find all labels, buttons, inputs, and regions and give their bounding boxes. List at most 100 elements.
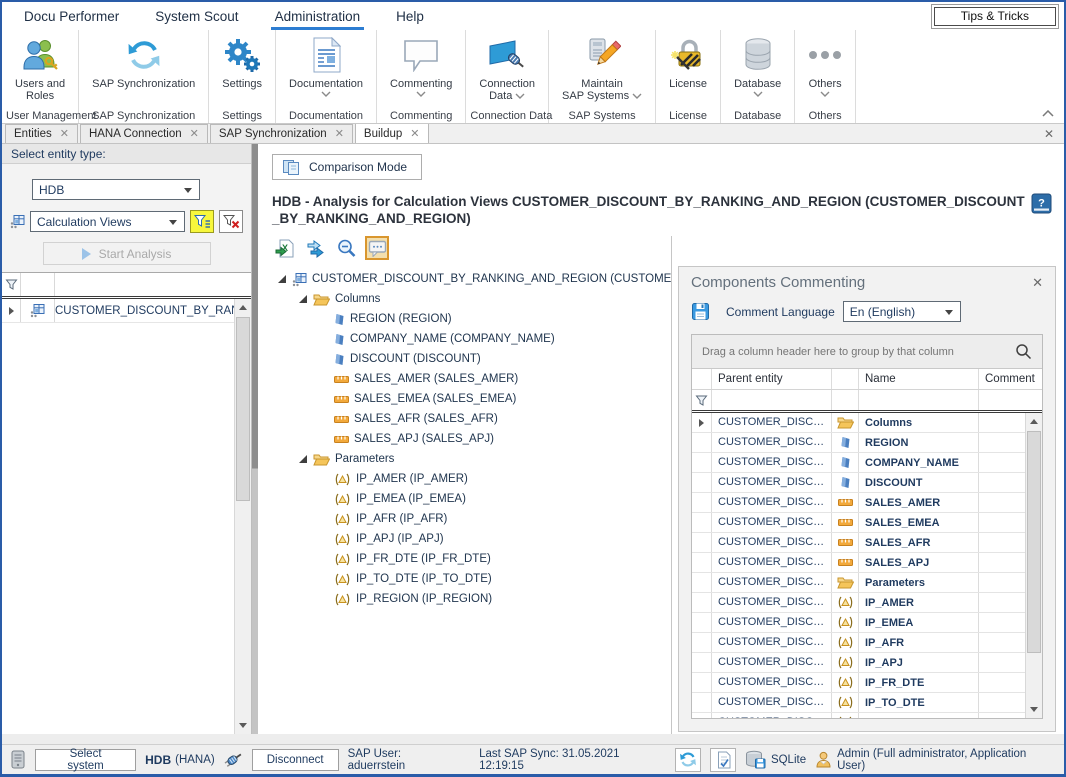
ribbon-group-user-management[interactable]: Users and RolesUser Management — [2, 30, 79, 123]
comments-grid-scrollbar[interactable] — [1025, 413, 1042, 718]
entity-grid-row[interactable]: CUSTOMER_DISCOUNT_BY_RANKING_AND_REGION — [2, 299, 234, 323]
select-system-button[interactable]: Select system — [35, 749, 136, 771]
comment-row-columns[interactable]: CUSTOMER_DISCOUNT_BY_RANKING_AND_REGIONC… — [692, 413, 1025, 433]
toolbar-compare-button[interactable] — [303, 236, 327, 260]
comparison-mode-button[interactable]: Comparison Mode — [272, 154, 422, 180]
ribbon-collapse-icon[interactable] — [1042, 110, 1054, 117]
tree-expander-icon[interactable] — [299, 455, 307, 463]
group-by-bar[interactable]: Drag a column header here to group by th… — [692, 335, 1042, 369]
column-header-name[interactable]: Name — [859, 369, 979, 389]
tab-close-icon[interactable]: ✕ — [335, 129, 344, 139]
tabbar-close-icon[interactable]: ✕ — [1044, 127, 1054, 141]
tab-sap-synchronization[interactable]: SAP Synchronization✕ — [210, 124, 353, 143]
cell-comment[interactable] — [979, 633, 1025, 652]
comment-row-sales-emea[interactable]: CUSTOMER_DISCOUNT_BY_RANKING_AND_REGIONS… — [692, 513, 1025, 533]
tree-item-ip-emea[interactable]: IP_EMEA (IP_EMEA) — [272, 489, 671, 509]
tab-close-icon[interactable]: ✕ — [60, 129, 69, 139]
comment-row-ip-afr[interactable]: CUSTOMER_DISCOUNT_BY_RANKING_AND_REGIONI… — [692, 633, 1025, 653]
tree-item-sales-apj[interactable]: SALES_APJ (SALES_APJ) — [272, 429, 671, 449]
tree-item-customer-discount-by-ranking-and-region[interactable]: CUSTOMER_DISCOUNT_BY_RANKING_AND_REGION … — [272, 269, 671, 289]
tree-item-region[interactable]: REGION (REGION) — [272, 309, 671, 329]
ribbon-group-documentation[interactable]: DocumentationDocumentation — [276, 30, 377, 123]
cell-comment[interactable] — [979, 413, 1025, 432]
apply-filter-button[interactable] — [190, 210, 214, 233]
tab-buildup[interactable]: Buildup✕ — [355, 123, 429, 143]
search-icon[interactable] — [1015, 343, 1032, 360]
comment-row-ip-region[interactable]: CUSTOMER_DISCOUNT_BY_RANKING_AND_REGIONI… — [692, 713, 1025, 718]
entity-grid-scrollbar[interactable] — [234, 299, 251, 734]
tab-entities[interactable]: Entities✕ — [5, 124, 78, 143]
cell-comment[interactable] — [979, 713, 1025, 718]
cell-comment[interactable] — [979, 673, 1025, 692]
column-header-comment[interactable]: Comment — [979, 369, 1042, 389]
tab-hana-connection[interactable]: HANA Connection✕ — [80, 124, 208, 143]
comment-row-ip-fr-dte[interactable]: CUSTOMER_DISCOUNT_BY_RANKING_AND_REGIONI… — [692, 673, 1025, 693]
comment-row-sales-amer[interactable]: CUSTOMER_DISCOUNT_BY_RANKING_AND_REGIONS… — [692, 493, 1025, 513]
ribbon-group-commenting[interactable]: CommentingCommenting — [377, 30, 466, 123]
tree-item-columns[interactable]: Columns — [272, 289, 671, 309]
menu-item-system-scout[interactable]: System Scout — [151, 2, 242, 30]
scroll-up-icon[interactable] — [235, 299, 251, 316]
cell-comment[interactable] — [979, 573, 1025, 592]
cell-comment[interactable] — [979, 433, 1025, 452]
tree-item-ip-region[interactable]: IP_REGION (IP_REGION) — [272, 589, 671, 609]
disconnect-button[interactable]: Disconnect — [252, 749, 339, 771]
tree-item-discount[interactable]: DISCOUNT (DISCOUNT) — [272, 349, 671, 369]
entity-type-select[interactable]: Calculation Views — [30, 211, 185, 232]
funnel-icon[interactable] — [695, 394, 708, 407]
menu-item-administration[interactable]: Administration — [271, 2, 365, 30]
toolbar-zoom-out-button[interactable] — [334, 236, 358, 260]
tree-item-parameters[interactable]: Parameters — [272, 449, 671, 469]
cell-comment[interactable] — [979, 473, 1025, 492]
tree-item-sales-amer[interactable]: SALES_AMER (SALES_AMER) — [272, 369, 671, 389]
cell-comment[interactable] — [979, 453, 1025, 472]
cell-comment[interactable] — [979, 613, 1025, 632]
cell-comment[interactable] — [979, 553, 1025, 572]
cell-comment[interactable] — [979, 693, 1025, 712]
ribbon-group-sap-systems[interactable]: Maintain SAP SystemsSAP Systems — [549, 30, 656, 123]
scroll-down-icon[interactable] — [1026, 701, 1042, 718]
entity-grid-filter-row[interactable] — [2, 273, 251, 299]
clear-filter-button[interactable] — [219, 210, 243, 233]
tree-item-ip-to-dte[interactable]: IP_TO_DTE (IP_TO_DTE) — [272, 569, 671, 589]
cell-comment[interactable] — [979, 493, 1025, 512]
scroll-thumb[interactable] — [1027, 431, 1041, 653]
sync-refresh-button[interactable] — [675, 748, 701, 772]
toolbar-excel-export-button[interactable]: X — [272, 236, 296, 260]
report-button[interactable] — [710, 748, 736, 772]
tree-item-sales-emea[interactable]: SALES_EMEA (SALES_EMEA) — [272, 389, 671, 409]
help-icon[interactable]: ? — [1031, 193, 1052, 214]
scroll-up-icon[interactable] — [1026, 413, 1042, 430]
column-header-parent-entity[interactable]: Parent entity — [712, 369, 832, 389]
comment-row-ip-to-dte[interactable]: CUSTOMER_DISCOUNT_BY_RANKING_AND_REGIONI… — [692, 693, 1025, 713]
comment-row-discount[interactable]: CUSTOMER_DISCOUNT_BY_RANKING_AND_REGIOND… — [692, 473, 1025, 493]
tips-tricks-button[interactable]: Tips & Tricks — [934, 7, 1056, 26]
comments-grid-filter-row[interactable] — [692, 390, 1042, 413]
comment-row-ip-emea[interactable]: CUSTOMER_DISCOUNT_BY_RANKING_AND_REGIONI… — [692, 613, 1025, 633]
ribbon-group-settings[interactable]: SettingsSettings — [209, 30, 276, 123]
comment-row-company-name[interactable]: CUSTOMER_DISCOUNT_BY_RANKING_AND_REGIONC… — [692, 453, 1025, 473]
tab-close-icon[interactable]: ✕ — [190, 129, 199, 139]
tree-expander-icon[interactable] — [299, 295, 307, 303]
save-icon[interactable] — [691, 302, 710, 321]
cell-comment[interactable] — [979, 653, 1025, 672]
ribbon-group-others[interactable]: OthersOthers — [795, 30, 856, 123]
comment-row-sales-afr[interactable]: CUSTOMER_DISCOUNT_BY_RANKING_AND_REGIONS… — [692, 533, 1025, 553]
tree-item-ip-fr-dte[interactable]: IP_FR_DTE (IP_FR_DTE) — [272, 549, 671, 569]
cell-comment[interactable] — [979, 593, 1025, 612]
tree-expander-icon[interactable] — [278, 275, 286, 283]
panel-close-icon[interactable]: ✕ — [1032, 275, 1043, 291]
tab-close-icon[interactable]: ✕ — [410, 129, 419, 139]
tree-item-ip-amer[interactable]: IP_AMER (IP_AMER) — [272, 469, 671, 489]
comment-row-ip-apj[interactable]: CUSTOMER_DISCOUNT_BY_RANKING_AND_REGIONI… — [692, 653, 1025, 673]
scroll-down-icon[interactable] — [235, 717, 251, 734]
ribbon-group-license[interactable]: LicenseLicense — [656, 30, 721, 123]
tree-item-ip-apj[interactable]: IP_APJ (IP_APJ) — [272, 529, 671, 549]
tree-item-company-name[interactable]: COMPANY_NAME (COMPANY_NAME) — [272, 329, 671, 349]
comment-row-sales-apj[interactable]: CUSTOMER_DISCOUNT_BY_RANKING_AND_REGIONS… — [692, 553, 1025, 573]
ribbon-group-database[interactable]: DatabaseDatabase — [721, 30, 795, 123]
system-select[interactable]: HDB — [32, 179, 200, 200]
comment-row-region[interactable]: CUSTOMER_DISCOUNT_BY_RANKING_AND_REGIONR… — [692, 433, 1025, 453]
scroll-thumb[interactable] — [236, 317, 250, 501]
ribbon-group-sap-synchronization[interactable]: SAP SynchronizationSAP Synchronization — [79, 30, 209, 123]
